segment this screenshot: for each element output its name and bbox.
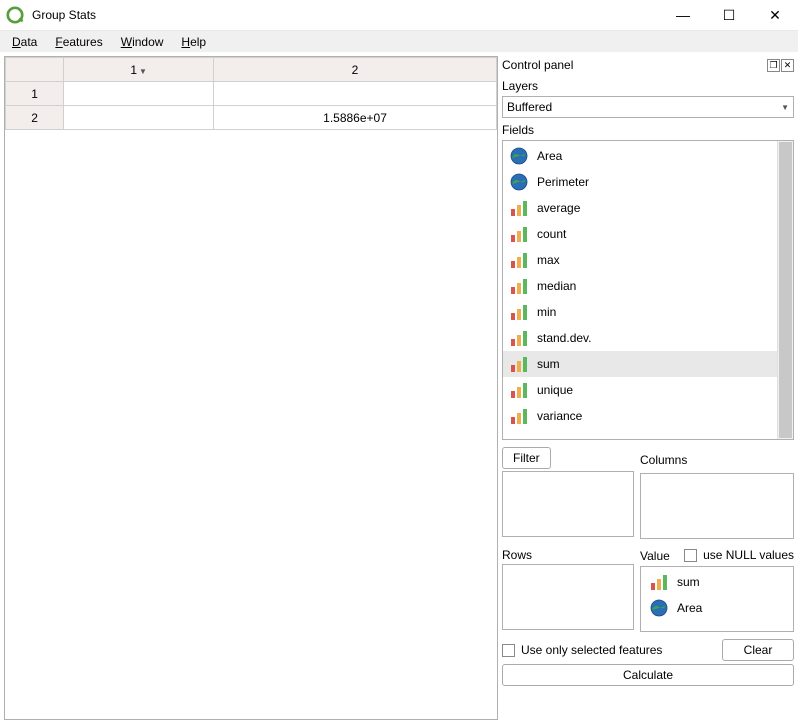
menubar: Data Features Window Help: [0, 30, 798, 52]
fields-label: Fields: [502, 123, 794, 137]
filter-button[interactable]: Filter: [502, 447, 551, 469]
field-row[interactable]: count: [503, 221, 777, 247]
col-header-1[interactable]: 1▼: [64, 58, 214, 82]
row-header-1[interactable]: 1: [6, 82, 64, 106]
minimize-button[interactable]: —: [660, 0, 706, 30]
detach-panel-icon[interactable]: ❐: [767, 59, 780, 72]
clear-button[interactable]: Clear: [722, 639, 794, 661]
scrollbar-thumb[interactable]: [779, 142, 792, 438]
app-icon: [6, 6, 24, 24]
layers-select[interactable]: Buffered ▼: [502, 96, 794, 118]
field-label: Area: [537, 149, 562, 163]
results-pane: 1▼ 2 1 2 1.5886e+07: [4, 56, 498, 720]
field-row[interactable]: average: [503, 195, 777, 221]
bars-icon: [509, 250, 529, 270]
field-row[interactable]: Area: [503, 143, 777, 169]
close-panel-icon[interactable]: ✕: [781, 59, 794, 72]
bars-icon: [509, 224, 529, 244]
columns-dropbox[interactable]: [640, 473, 794, 539]
bars-icon: [509, 328, 529, 348]
field-label: unique: [537, 383, 573, 397]
cell-1-2[interactable]: [214, 82, 497, 106]
menu-window[interactable]: Window: [113, 33, 172, 51]
value-dropbox[interactable]: sum Area: [640, 566, 794, 632]
window-title: Group Stats: [32, 8, 660, 22]
fields-list[interactable]: Area Perimeter average count max median min sta…: [503, 141, 777, 439]
field-label: sum: [677, 575, 700, 589]
bars-icon: [509, 380, 529, 400]
globe-icon: [649, 598, 669, 618]
field-row[interactable]: min: [503, 299, 777, 325]
field-label: min: [537, 305, 556, 319]
field-label: sum: [537, 357, 560, 371]
field-label: count: [537, 227, 566, 241]
window-controls: — ☐ ✕: [660, 0, 798, 30]
titlebar: Group Stats — ☐ ✕: [0, 0, 798, 30]
field-row[interactable]: unique: [503, 377, 777, 403]
columns-label: Columns: [640, 449, 794, 471]
use-selected-checkbox[interactable]: [502, 644, 515, 657]
bars-icon: [509, 302, 529, 322]
menu-data[interactable]: Data: [4, 33, 45, 51]
bars-icon: [649, 572, 669, 592]
field-label: average: [537, 201, 580, 215]
table-corner[interactable]: [6, 58, 64, 82]
field-label: Perimeter: [537, 175, 589, 189]
close-button[interactable]: ✕: [752, 0, 798, 30]
field-row[interactable]: Area: [643, 595, 791, 621]
layers-label: Layers: [502, 79, 794, 93]
bars-icon: [509, 406, 529, 426]
control-panel: Control panel ❐ ✕ Layers Buffered ▼ Fiel…: [502, 56, 794, 720]
col-header-2[interactable]: 2: [214, 58, 497, 82]
cell-2-2[interactable]: 1.5886e+07: [214, 106, 497, 130]
chevron-down-icon: ▼: [781, 103, 789, 112]
field-label: max: [537, 253, 560, 267]
field-label: stand.dev.: [537, 331, 591, 345]
bars-icon: [509, 276, 529, 296]
col-header-2-label: 2: [352, 63, 359, 77]
field-row[interactable]: median: [503, 273, 777, 299]
bars-icon: [509, 198, 529, 218]
value-label: Value: [640, 549, 670, 563]
use-selected-label: Use only selected features: [521, 643, 662, 657]
field-label: variance: [537, 409, 582, 423]
menu-features[interactable]: Features: [47, 33, 110, 51]
maximize-button[interactable]: ☐: [706, 0, 752, 30]
field-row[interactable]: sum: [643, 569, 791, 595]
calculate-button[interactable]: Calculate: [502, 664, 794, 686]
globe-icon: [509, 172, 529, 192]
cell-2-1[interactable]: [64, 106, 214, 130]
field-row[interactable]: max: [503, 247, 777, 273]
col-header-1-label: 1: [130, 63, 137, 77]
table-row: 2 1.5886e+07: [6, 106, 497, 130]
panel-header: Control panel ❐ ✕: [502, 56, 794, 74]
filter-dropbox[interactable]: [502, 471, 634, 537]
fields-list-box: Area Perimeter average count max median min sta…: [502, 140, 794, 440]
globe-icon: [509, 146, 529, 166]
rows-label: Rows: [502, 548, 634, 562]
table-row: 1: [6, 82, 497, 106]
sort-icon: ▼: [139, 67, 147, 76]
panel-title: Control panel: [502, 58, 767, 72]
field-label: median: [537, 279, 576, 293]
cell-1-1[interactable]: [64, 82, 214, 106]
scrollbar[interactable]: [777, 141, 793, 439]
rows-dropbox[interactable]: [502, 564, 634, 630]
field-row[interactable]: variance: [503, 403, 777, 429]
field-label: Area: [677, 601, 702, 615]
menu-help[interactable]: Help: [173, 33, 214, 51]
bars-icon: [509, 354, 529, 374]
use-null-label: use NULL values: [703, 548, 794, 562]
field-row[interactable]: sum: [503, 351, 777, 377]
layers-value: Buffered: [507, 100, 552, 114]
field-row[interactable]: stand.dev.: [503, 325, 777, 351]
row-header-2[interactable]: 2: [6, 106, 64, 130]
results-table: 1▼ 2 1 2 1.5886e+07: [5, 57, 497, 130]
field-row[interactable]: Perimeter: [503, 169, 777, 195]
use-null-checkbox[interactable]: [684, 549, 697, 562]
